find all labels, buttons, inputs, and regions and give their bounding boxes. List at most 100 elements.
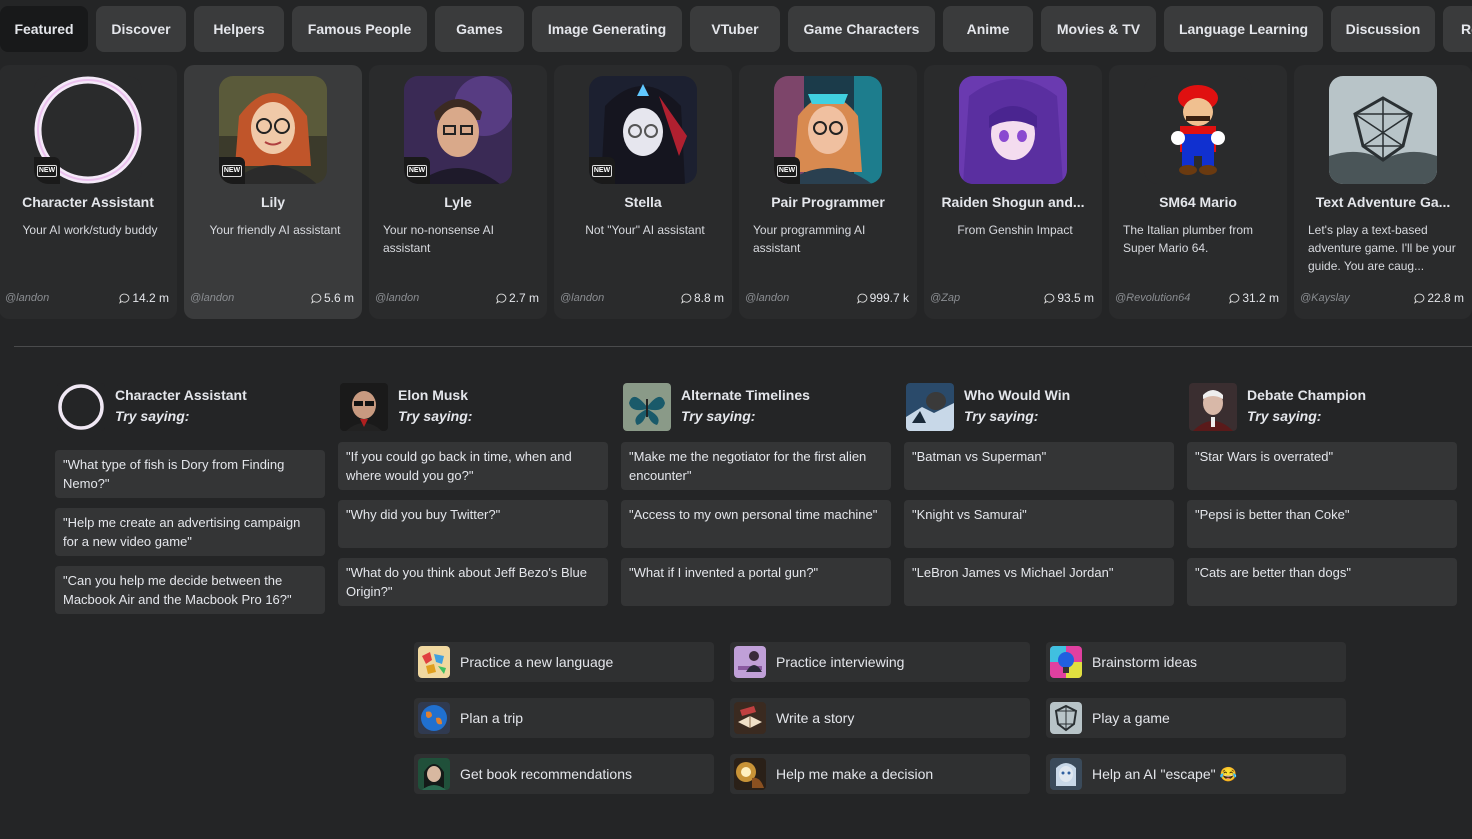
- tab-anime[interactable]: Anime: [943, 6, 1033, 52]
- character-card[interactable]: Text Adventure Ga... Let's play a text-b…: [1294, 65, 1472, 319]
- suggestion-ai-escape[interactable]: Help an AI "escape" 😂: [1046, 754, 1346, 794]
- character-card[interactable]: NEW Stella Not "Your" AI assistant @land…: [554, 65, 732, 319]
- character-name: Lily: [260, 194, 286, 210]
- prompt-suggestion[interactable]: "LeBron James vs Michael Jordan": [904, 558, 1174, 606]
- suggestion-label: Practice a new language: [460, 654, 614, 670]
- tab-discover[interactable]: Discover: [96, 6, 186, 52]
- prompt-suggestion[interactable]: "Pepsi is better than Coke": [1187, 500, 1457, 548]
- character-description: Your friendly AI assistant: [209, 223, 341, 237]
- chat-bubble-icon: [310, 293, 322, 304]
- chat-bubble-icon: [680, 293, 692, 304]
- tab-featured[interactable]: Featured: [0, 6, 88, 52]
- suggestion-plan-trip[interactable]: Plan a trip: [414, 698, 714, 738]
- suggestion-label: Plan a trip: [460, 710, 524, 726]
- chat-bubble-icon: [856, 293, 867, 304]
- column-title: Character Assistant: [115, 387, 247, 403]
- chat-bubble-icon: [1229, 293, 1240, 304]
- reader-icon: [418, 758, 450, 790]
- character-card[interactable]: NEW Character Assistant Your AI work/stu…: [0, 65, 177, 319]
- prompt-suggestion[interactable]: "What if I invented a portal gun?": [621, 558, 891, 606]
- chat-count: 31.2 m: [1229, 291, 1279, 305]
- prompt-suggestion[interactable]: "Batman vs Superman": [904, 442, 1174, 490]
- lamp-icon: [734, 758, 766, 790]
- interview-icon: [734, 646, 766, 678]
- try-saying-label: Try saying:: [964, 408, 1039, 424]
- prompt-suggestion[interactable]: "Star Wars is overrated": [1187, 442, 1457, 490]
- try-saying-column: Character Assistant Try saying: "What ty…: [55, 383, 325, 614]
- prompt-suggestion[interactable]: "What do you think about Jeff Bezo's Blu…: [338, 558, 608, 606]
- character-name: Raiden Shogun and...: [941, 194, 1085, 210]
- character-author: @Kayslay: [1300, 292, 1350, 304]
- world-map-icon: [418, 646, 450, 678]
- character-card[interactable]: Raiden Shogun and... From Genshin Impact…: [924, 65, 1102, 319]
- chat-count: 93.5 m: [1044, 291, 1094, 305]
- tab-game-characters[interactable]: Game Characters: [788, 6, 935, 52]
- try-saying-label: Try saying:: [1247, 408, 1322, 424]
- prompt-suggestion[interactable]: "Help me create an advertising campaign …: [55, 508, 325, 556]
- suggestion-write-story[interactable]: Write a story: [730, 698, 1030, 738]
- column-title: Who Would Win: [964, 387, 1071, 403]
- character-author: @landon: [5, 292, 50, 304]
- prompt-suggestion[interactable]: "Knight vs Samurai": [904, 500, 1174, 548]
- try-saying-label: Try saying:: [115, 408, 190, 424]
- character-description: Your no-nonsense AI assistant: [383, 223, 494, 255]
- suggestion-brainstorm-ideas[interactable]: Brainstorm ideas: [1046, 642, 1346, 682]
- shield-game-icon: [1050, 702, 1082, 734]
- debate-champion-avatar: [1189, 383, 1237, 431]
- character-card[interactable]: NEW Lily Your friendly AI assistant @lan…: [184, 65, 362, 319]
- character-card[interactable]: NEW Pair Programmer Your programming AI …: [739, 65, 917, 319]
- new-badge: NEW: [34, 157, 60, 184]
- tab-movies-tv[interactable]: Movies & TV: [1041, 6, 1156, 52]
- suggestion-practice-interviewing[interactable]: Practice interviewing: [730, 642, 1030, 682]
- character-name: Character Assistant: [22, 194, 154, 210]
- chat-bubble-icon: [119, 293, 130, 304]
- character-author: @Zap: [930, 292, 961, 304]
- character-name: Lyle: [444, 194, 472, 210]
- column-title: Debate Champion: [1247, 387, 1367, 403]
- suggestion-label: Help an AI "escape" 😂: [1092, 765, 1237, 782]
- column-title: Elon Musk: [398, 387, 469, 403]
- tab-games[interactable]: Games: [435, 6, 524, 52]
- character-description: The Italian plumber from Super Mario 64.: [1123, 223, 1254, 255]
- character-description: Your programming AI assistant: [753, 223, 866, 255]
- prompt-suggestion[interactable]: "Make me the negotiator for the first al…: [621, 442, 891, 490]
- column-header[interactable]: Elon Musk Try saying:: [338, 383, 608, 433]
- column-header[interactable]: Who Would Win Try saying:: [904, 383, 1174, 433]
- prompt-suggestion[interactable]: "What type of fish is Dory from Finding …: [55, 450, 325, 498]
- prompt-suggestion[interactable]: "Why did you buy Twitter?": [338, 500, 608, 548]
- character-description: Your AI work/study buddy: [22, 223, 158, 237]
- tab-vtuber[interactable]: VTuber: [690, 6, 780, 52]
- suggestion-make-decision[interactable]: Help me make a decision: [730, 754, 1030, 794]
- tab-famous-people[interactable]: Famous People: [292, 6, 427, 52]
- tab-helpers[interactable]: Helpers: [194, 6, 284, 52]
- chat-count: 22.8 m: [1414, 291, 1464, 305]
- tab-image-generating[interactable]: Image Generating: [532, 6, 682, 52]
- tab-language-learning[interactable]: Language Learning: [1164, 6, 1323, 52]
- tab-discussion[interactable]: Discussion: [1331, 6, 1435, 52]
- suggestion-label: Help me make a decision: [776, 766, 934, 782]
- prompt-suggestion[interactable]: "Can you help me decide between the Macb…: [55, 566, 325, 614]
- column-header[interactable]: Character Assistant Try saying:: [55, 383, 325, 433]
- chat-bubble-icon: [495, 293, 507, 304]
- prompt-suggestion[interactable]: "Access to my own personal time machine": [621, 500, 891, 548]
- character-author: @landon: [560, 292, 605, 304]
- prompt-suggestion[interactable]: "Cats are better than dogs": [1187, 558, 1457, 606]
- prompt-suggestion[interactable]: "If you could go back in time, when and …: [338, 442, 608, 490]
- character-name: Stella: [624, 194, 662, 210]
- column-title: Alternate Timelines: [681, 387, 810, 403]
- category-tabs: Featured Discover Helpers Famous People …: [0, 6, 1472, 52]
- tab-re[interactable]: Re: [1443, 6, 1472, 52]
- character-card[interactable]: NEW Lyle Your no-nonsense AI assistant @…: [369, 65, 547, 319]
- suggestion-practice-language[interactable]: Practice a new language: [414, 642, 714, 682]
- lightbulb-icon: [1050, 646, 1082, 678]
- column-header[interactable]: Debate Champion Try saying:: [1187, 383, 1457, 433]
- new-badge: NEW: [219, 157, 245, 184]
- ring-avatar: [57, 383, 105, 431]
- try-saying-label: Try saying:: [398, 408, 473, 424]
- suggestion-play-game[interactable]: Play a game: [1046, 698, 1346, 738]
- new-badge: NEW: [774, 157, 800, 184]
- character-description: From Genshin Impact: [957, 223, 1073, 237]
- column-header[interactable]: Alternate Timelines Try saying:: [621, 383, 891, 433]
- character-card[interactable]: SM64 Mario The Italian plumber from Supe…: [1109, 65, 1287, 319]
- suggestion-book-recommendations[interactable]: Get book recommendations: [414, 754, 714, 794]
